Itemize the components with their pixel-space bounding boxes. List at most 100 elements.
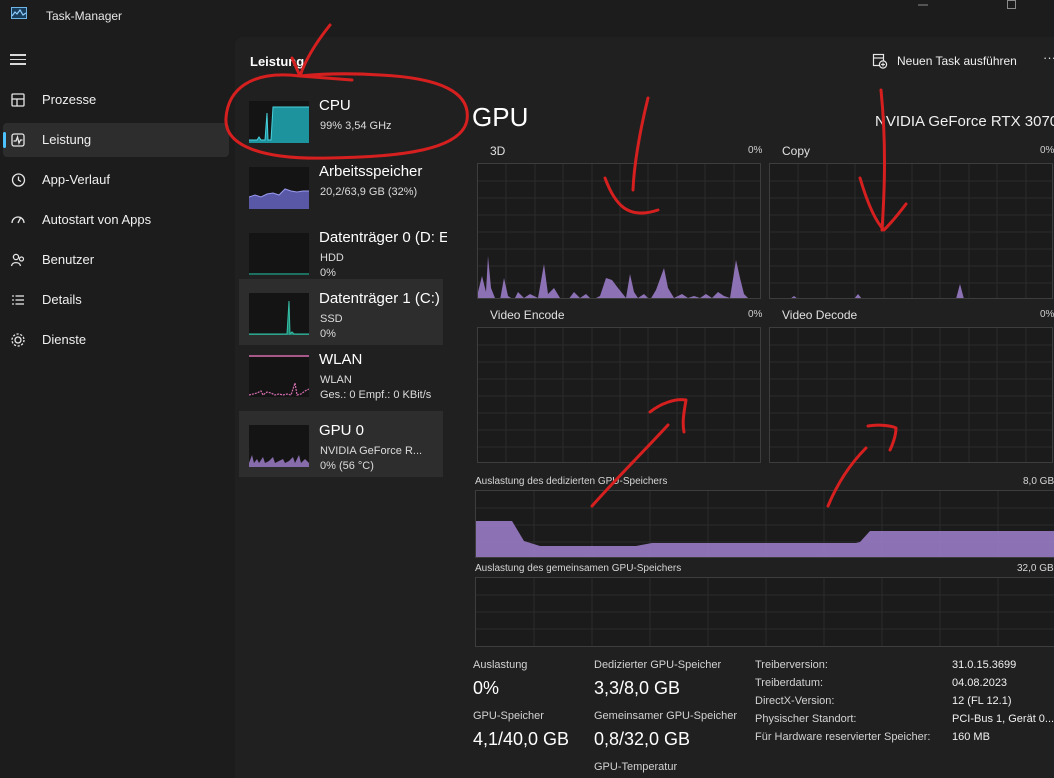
sidebar-item-details[interactable]: Details [3,283,229,317]
dedicated-memory-stat-label: Dedizierter GPU-Speicher [594,659,722,671]
dedicated-memory-label: Auslastung des dedizierten GPU-Speichers [475,476,668,487]
device-type: WLAN [320,374,352,386]
sidebar-item-processes[interactable]: Prozesse [3,83,229,117]
task-manager-app-icon [11,7,27,19]
title-bar: Task-Manager [0,0,1054,36]
users-icon [10,253,25,267]
info-driver-version-value: 31.0.15.3699 [952,659,1017,671]
engine-graph-copy [769,163,1053,299]
cpu-thumbnail-graph [249,101,309,143]
hamburger-menu-icon[interactable] [10,52,26,66]
engine-graph-video-decode-plot [770,328,1052,462]
maximize-button[interactable] [1006,0,1018,12]
shared-memory-plot [476,578,1054,646]
device-detail: 99% 3,54 GHz [320,120,392,132]
sidebar-item-performance[interactable]: Leistung [3,123,229,157]
gpu-heading: GPU [472,102,529,132]
sidebar-item-label: Prozesse [42,92,97,107]
sidebar-item-services[interactable]: Dienste [3,323,229,357]
page-title: Leistung [250,54,305,69]
engine-graph-3d [477,163,761,299]
device-type: HDD [320,252,344,264]
info-driver-date-key: Treiberdatum: [755,677,824,689]
performance-icon [11,133,25,147]
info-directx-key: DirectX-Version: [755,695,835,707]
device-model: NVIDIA GeForce R... [320,445,423,457]
services-icon [11,333,25,347]
sidebar-item-label: App-Verlauf [42,172,110,187]
sidebar-item-label: Details [42,292,82,307]
device-item-memory[interactable]: Arbeitsspeicher 20,2/63,9 GB (32%) [239,158,443,224]
engine-graph-video-encode-plot [478,328,760,462]
shared-memory-stat-label: Gemeinsamer GPU-Speicher [594,710,738,722]
gpu-model-name: NVIDIA GeForce RTX 3070 [875,113,1054,130]
device-type: SSD [320,313,343,325]
engine-percent-video-decode: 0% [1040,309,1054,320]
disk-1-thumbnail-graph [249,293,309,335]
info-driver-date-value: 04.08.2023 [952,677,1008,689]
device-item-disk-1[interactable]: Datenträger 1 (C:) SSD 0% [239,279,443,345]
info-reserved-memory-key: Für Hardware reservierter Speicher: [755,731,931,743]
startup-icon [11,216,25,224]
more-options-icon[interactable]: ··· [1043,50,1054,65]
new-task-icon [872,53,888,69]
device-name: GPU 0 [319,422,365,439]
shared-memory-graph [475,577,1054,647]
gpu-thumbnail-graph [249,425,309,467]
dedicated-memory-graph [475,490,1054,558]
disk-0-thumbnail-graph [249,233,309,275]
sidebar-item-label: Benutzer [42,252,95,267]
gpu-memory-label: GPU-Speicher [473,710,544,722]
info-reserved-memory-value: 160 MB [952,731,990,743]
wlan-thumbnail-graph [249,355,309,397]
info-directx-value: 12 (FL 12.1) [952,695,1012,707]
device-name: Datenträger 1 (C:) [319,290,440,307]
device-item-wlan[interactable]: WLAN WLAN Ges.: 0 Empf.: 0 KBit/s [239,346,443,412]
sidebar-item-app-history[interactable]: App-Verlauf [3,163,229,197]
device-detail: Ges.: 0 Empf.: 0 KBit/s [320,389,432,401]
device-detail: 20,2/63,9 GB (32%) [320,186,418,198]
dedicated-memory-plot [476,491,1054,557]
engine-label-video-encode[interactable]: Video Encode [490,308,565,322]
memory-thumbnail-graph [249,167,309,209]
engine-graph-copy-plot [770,164,1052,298]
device-item-gpu-0[interactable]: GPU 0 NVIDIA GeForce R... 0% (56 °C) [239,411,443,477]
engine-percent-video-encode: 0% [748,309,763,320]
engine-percent-3d: 0% [748,145,763,156]
sidebar-item-label: Leistung [42,132,92,147]
info-driver-version-key: Treiberversion: [755,659,828,671]
engine-graph-video-decode [769,327,1053,463]
details-icon [12,295,24,305]
sidebar-item-users[interactable]: Benutzer [3,243,229,277]
engine-label-3d[interactable]: 3D [490,144,505,158]
gpu-temperature-label: GPU-Temperatur [594,761,678,773]
utilization-value: 0% [473,678,500,698]
window-title: Task-Manager [46,9,123,23]
sidebar-item-label: Autostart von Apps [42,212,152,227]
engine-graph-3d-plot [478,164,760,298]
sidebar-item-startup-apps[interactable]: Autostart von Apps [3,203,229,237]
shared-memory-max: 32,0 GB [1017,563,1054,574]
engine-label-video-decode[interactable]: Video Decode [782,308,857,322]
minimize-button[interactable] [917,0,929,12]
device-detail: 0% (56 °C) [320,460,374,472]
device-name: Datenträger 0 (D: E [319,229,447,246]
sidebar-item-label: Dienste [42,332,87,347]
gpu-memory-value: 4,1/40,0 GB [473,729,570,749]
info-location-key: Physischer Standort: [755,713,857,725]
device-name: CPU [319,97,351,114]
run-task-label: Neuen Task ausführen [897,54,1017,68]
shared-memory-stat-value: 0,8/32,0 GB [594,729,691,749]
device-detail: 0% [320,267,336,279]
shared-memory-label: Auslastung des gemeinsamen GPU-Speichers [475,563,682,574]
dedicated-memory-stat-value: 3,3/8,0 GB [594,678,681,698]
performance-panel: Leistung Neuen Task ausführen ··· CPU 99… [235,37,1054,778]
engine-percent-copy: 0% [1040,145,1054,156]
device-item-cpu[interactable]: CPU 99% 3,54 GHz [239,92,443,158]
engine-label-copy[interactable]: Copy [782,144,810,158]
device-detail: 0% [320,328,336,340]
history-icon [11,173,26,187]
dedicated-memory-max: 8,0 GB [1023,476,1054,487]
processes-icon [11,93,25,107]
device-name: Arbeitsspeicher [319,163,423,180]
